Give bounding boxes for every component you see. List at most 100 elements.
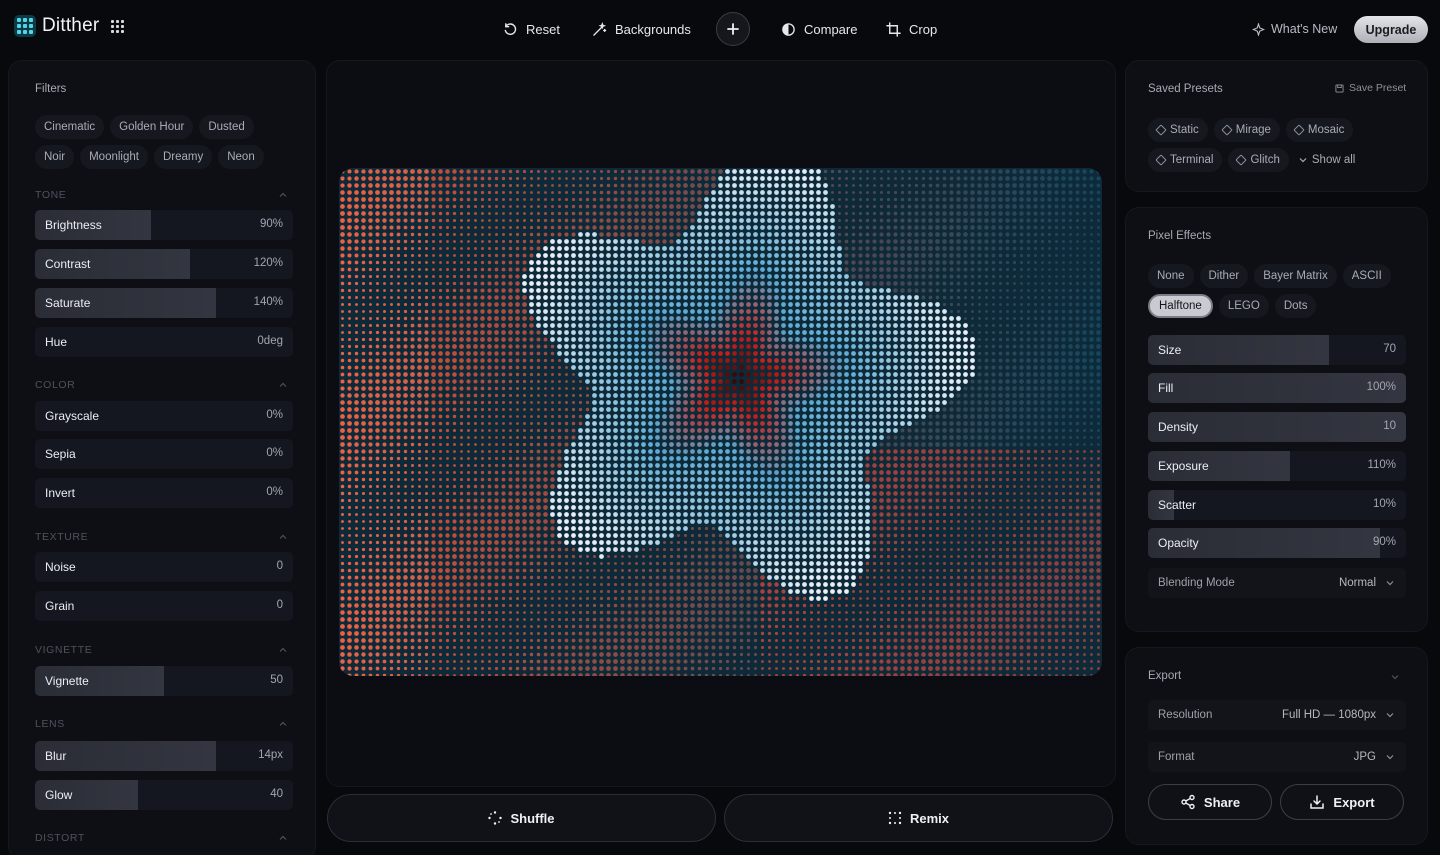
chevron-up-icon[interactable] [279,381,287,389]
reset-button[interactable]: Reset [503,12,560,46]
mode-dots[interactable]: Dots [1274,294,1317,318]
remix-button[interactable]: Remix [724,794,1113,842]
exposure-value: 110% [1367,459,1396,471]
filter-preset-neon[interactable]: Neon [218,145,264,169]
pixel-effects-panel: Pixel Effects None Dither Bayer Matrix A… [1125,207,1428,632]
mode-lego[interactable]: LEGO [1218,294,1269,318]
chevron-down-icon [1386,581,1394,586]
wand-icon [593,21,607,36]
grain-slider[interactable]: Grain 0 [35,591,293,621]
shuffle-label: Shuffle [510,810,555,826]
preset-mosaic[interactable]: Mosaic [1285,118,1354,142]
reset-icon [504,22,517,35]
exposure-slider[interactable]: Exposure 110% [1148,451,1406,481]
blur-value: 14px [258,749,283,761]
saturate-label: Saturate [45,296,91,310]
blur-slider[interactable]: Blur 14px [35,741,293,771]
chevron-up-icon[interactable] [279,191,287,199]
fill-slider[interactable]: Fill 100% [1148,373,1406,403]
mode-dither[interactable]: Dither [1199,264,1249,288]
mode-ascii[interactable]: ASCII [1342,264,1391,288]
mode-bayer-matrix[interactable]: Bayer Matrix [1254,264,1337,288]
whats-new-label: What's New [1271,22,1338,36]
format-label: Format [1158,751,1195,763]
preset-glitch[interactable]: Glitch [1228,148,1289,172]
sepia-slider[interactable]: Sepia 0% [35,439,293,469]
preset-terminal[interactable]: Terminal [1148,148,1223,172]
glow-slider[interactable]: Glow 40 [35,780,293,810]
save-preset-button[interactable]: Save Preset [1335,82,1406,94]
blending-mode-label: Blending Mode [1158,577,1235,589]
share-button[interactable]: Share [1148,784,1272,820]
whats-new-button[interactable]: What's New [1252,12,1337,46]
save-preset-label: Save Preset [1349,82,1407,94]
mode-none[interactable]: None [1148,264,1194,288]
reset-label: Reset [526,21,560,37]
brightness-label: Brightness [45,218,102,232]
compare-icon [782,22,795,36]
invert-slider[interactable]: Invert 0% [35,478,293,508]
distort-section-label: DISTORT [35,832,85,844]
compare-button[interactable]: Compare [781,12,857,46]
opacity-slider[interactable]: Opacity 90% [1148,528,1406,558]
preset-glitch-label: Glitch [1250,154,1280,166]
contrast-label: Contrast [45,257,91,271]
format-select[interactable]: Format JPG [1148,742,1406,772]
diamond-icon [1155,154,1167,166]
chevron-up-icon[interactable] [279,646,287,654]
density-slider[interactable]: Density 10 [1148,412,1406,442]
filter-preset-noir[interactable]: Noir [35,145,75,169]
lens-section-label: LENS [35,718,65,730]
blending-mode-select[interactable]: Blending Mode Normal [1148,568,1406,598]
shuffle-button[interactable]: Shuffle [327,794,716,842]
chevron-up-icon[interactable] [279,533,287,541]
invert-value: 0% [266,486,283,498]
image-canvas[interactable] [339,168,1102,676]
glow-value: 40 [270,788,283,800]
chevron-up-icon[interactable] [279,720,287,728]
show-all-button[interactable]: Show all [1295,148,1359,172]
preset-mirage[interactable]: Mirage [1213,118,1280,142]
backgrounds-button[interactable]: Backgrounds [592,12,691,46]
hue-value: 0deg [257,335,283,347]
density-label: Density [1158,420,1199,434]
share-label: Share [1203,794,1241,810]
contrast-slider[interactable]: Contrast 120% [35,249,293,279]
crop-button[interactable]: Crop [886,12,937,46]
chevron-up-icon[interactable] [279,834,287,842]
grayscale-label: Grayscale [45,409,100,423]
top-bar: Ditther Reset Backgrounds Compare Crop W… [0,0,1440,58]
mode-halftone[interactable]: Halftone [1148,294,1213,318]
fill-value: 100% [1366,381,1396,393]
resolution-label: Resolution [1158,709,1213,721]
add-button[interactable] [716,12,750,46]
sparkle-icon [1252,22,1265,36]
saved-presets-list: Static Mirage Mosaic Terminal Glitch Sho… [1148,118,1418,172]
filter-preset-golden-hour[interactable]: Golden Hour [110,115,194,139]
vignette-slider[interactable]: Vignette 50 [35,666,293,696]
upgrade-button[interactable]: Upgrade [1354,16,1428,43]
saturate-slider[interactable]: Saturate 140% [35,288,293,318]
filter-preset-dusted[interactable]: Dusted [199,115,254,139]
grayscale-slider[interactable]: Grayscale 0% [35,401,293,431]
export-label: Export [1333,794,1375,810]
size-slider[interactable]: Size 70 [1148,335,1406,365]
resolution-select[interactable]: Resolution Full HD — 1080px [1148,700,1406,730]
remix-label: Remix [909,810,950,826]
export-button[interactable]: Export [1280,784,1404,820]
scatter-slider[interactable]: Scatter 10% [1148,490,1406,520]
export-title: Export [1148,670,1182,682]
filter-preset-cinematic[interactable]: Cinematic [35,115,105,139]
vignette-label: Vignette [45,674,89,688]
backgrounds-label: Backgrounds [615,21,691,37]
brightness-slider[interactable]: Brightness 90% [35,210,293,240]
filter-preset-moonlight[interactable]: Moonlight [80,145,148,169]
filter-preset-dreamy[interactable]: Dreamy [153,145,213,169]
noise-label: Noise [45,560,76,574]
hue-slider[interactable]: Hue 0deg [35,327,293,357]
preset-static[interactable]: Static [1148,118,1208,142]
chevron-down-icon[interactable] [1391,673,1399,681]
crop-icon [886,21,901,37]
vignette-value: 50 [270,674,283,686]
noise-slider[interactable]: Noise 0 [35,552,293,582]
